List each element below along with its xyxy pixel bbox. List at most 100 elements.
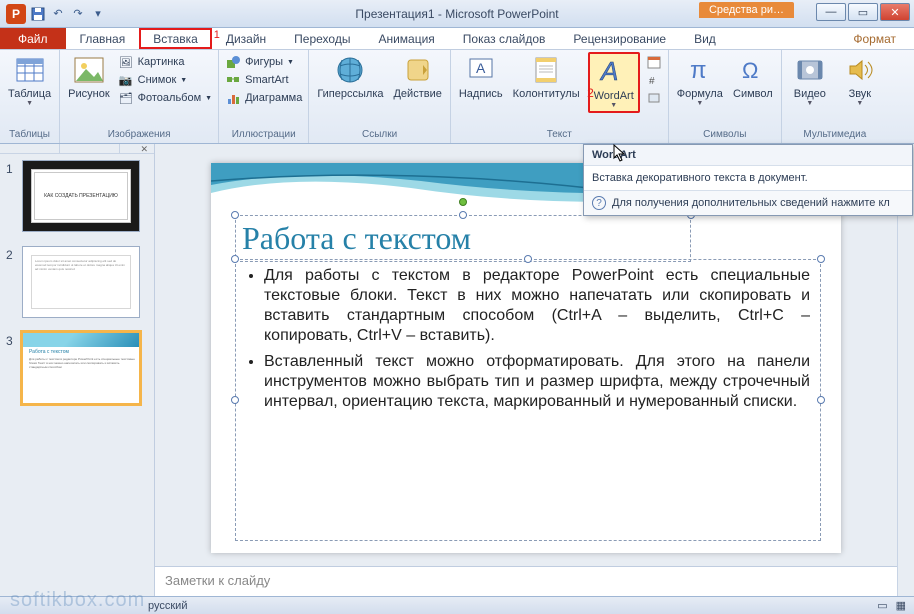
textbox-icon: A xyxy=(465,54,497,86)
thumbnails-header: ✕ xyxy=(0,144,154,154)
album-button[interactable]: 🗂Фотоальбом ▼ xyxy=(118,90,212,106)
symbol-button[interactable]: Ω Символ xyxy=(731,52,775,102)
tab-transitions[interactable]: Переходы xyxy=(280,28,364,49)
tab-insert[interactable]: Вставка1 xyxy=(139,28,212,49)
slide-thumbnail-3[interactable]: Работа с текстом Для работы с текстом в … xyxy=(22,332,140,404)
tab-animations[interactable]: Анимация xyxy=(364,28,448,49)
header-footer-icon xyxy=(530,54,562,86)
minimize-button[interactable]: — xyxy=(816,3,846,21)
equation-label: Формула xyxy=(677,88,723,100)
tab-slideshow[interactable]: Показ слайдов xyxy=(449,28,560,49)
resize-handle[interactable] xyxy=(524,255,532,263)
picture-icon xyxy=(73,54,105,86)
wordart-icon: A xyxy=(598,56,630,88)
bullet-list: Для работы с текстом в редакторе PowerPo… xyxy=(246,266,810,412)
undo-icon[interactable]: ↶ xyxy=(50,6,66,22)
table-button[interactable]: Таблица ▼ xyxy=(6,52,53,109)
resize-handle[interactable] xyxy=(231,396,239,404)
tooltip-body: Вставка декоративного текста в документ. xyxy=(584,166,912,190)
shapes-button[interactable]: Фигуры ▼ xyxy=(225,54,302,70)
textbox-button[interactable]: A Надпись xyxy=(457,52,505,102)
annotation-2: 2 xyxy=(587,86,594,100)
date-icon xyxy=(646,54,662,70)
group-tables: Таблица ▼ Таблицы xyxy=(0,50,60,143)
wordart-button[interactable]: A WordArt ▼ xyxy=(588,52,640,113)
group-text: 2 A Надпись Колонтитулы A WordArt ▼ # Те… xyxy=(451,50,669,143)
date-time-button[interactable] xyxy=(646,54,662,70)
action-label: Действие xyxy=(393,88,441,100)
tab-review[interactable]: Рецензирование xyxy=(559,28,680,49)
slide-title-text[interactable]: Работа с текстом xyxy=(242,220,684,257)
thumbnail-row[interactable]: 2 Lorem ipsum dolor sit amet consectetur… xyxy=(6,246,148,318)
audio-button[interactable]: Звук ▼ xyxy=(838,52,882,109)
notes-pane[interactable]: Заметки к слайду xyxy=(155,566,897,596)
rotation-handle[interactable] xyxy=(459,198,467,206)
hyperlink-button[interactable]: Гиперссылка xyxy=(315,52,385,102)
smartart-button[interactable]: SmartArt xyxy=(225,72,302,88)
status-language: русский xyxy=(148,600,187,612)
group-symbols: π Формула ▼ Ω Символ Символы xyxy=(669,50,782,143)
resize-handle[interactable] xyxy=(231,211,239,219)
thumbnail-row[interactable]: 1 КАК СОЗДАТЬ ПРЕЗЕНТАЦИЮ xyxy=(6,160,148,232)
chart-icon xyxy=(225,90,241,106)
action-button[interactable]: Действие xyxy=(391,52,443,102)
ribbon: Таблица ▼ Таблицы Рисунок 🖼Картинка 📷Сни… xyxy=(0,50,914,144)
view-normal-icon[interactable]: ▭ xyxy=(877,599,887,612)
chart-button[interactable]: Диаграмма xyxy=(225,90,302,106)
chart-label: Диаграмма xyxy=(245,92,302,104)
thumbnails-tab-outline[interactable] xyxy=(60,144,120,153)
titlebar: P ↶ ↷ ▾ Презентация1 - Microsoft PowerPo… xyxy=(0,0,914,28)
equation-button[interactable]: π Формула ▼ xyxy=(675,52,725,109)
picture-button[interactable]: Рисунок xyxy=(66,52,112,102)
bullet-item[interactable]: Для работы с текстом в редакторе PowerPo… xyxy=(264,266,810,346)
object-button[interactable] xyxy=(646,90,662,106)
symbol-label: Символ xyxy=(733,88,773,100)
header-footer-button[interactable]: Колонтитулы xyxy=(511,52,582,102)
file-tab[interactable]: Файл xyxy=(0,28,66,49)
qat-dropdown-icon[interactable]: ▾ xyxy=(90,6,106,22)
window-controls: — ▭ ✕ xyxy=(816,3,910,21)
tab-view[interactable]: Вид xyxy=(680,28,730,49)
group-illustrations-label: Иллюстрации xyxy=(225,127,302,143)
thumbnail-row[interactable]: 3 Работа с текстом Для работы с текстом … xyxy=(6,332,148,404)
tooltip-help-text: Для получения дополнительных сведений на… xyxy=(612,197,890,209)
resize-handle[interactable] xyxy=(817,396,825,404)
slide-thumbnail-2[interactable]: Lorem ipsum dolor sit amet consectetur a… xyxy=(22,246,140,318)
video-button[interactable]: Видео ▼ xyxy=(788,52,832,109)
thumbnails-tab-slides[interactable] xyxy=(0,144,60,153)
group-images-label: Изображения xyxy=(66,127,212,143)
resize-handle[interactable] xyxy=(231,255,239,263)
close-button[interactable]: ✕ xyxy=(880,3,910,21)
chevron-down-icon: ▼ xyxy=(806,100,813,107)
tab-design[interactable]: Дизайн xyxy=(212,28,280,49)
resize-handle[interactable] xyxy=(459,211,467,219)
slide: Работа с текстом Для работы с текстом в … xyxy=(211,163,841,553)
help-icon: ? xyxy=(592,196,606,210)
thumb-number: 3 xyxy=(6,332,16,348)
view-sorter-icon[interactable]: ▦ xyxy=(896,599,906,612)
group-symbols-label: Символы xyxy=(675,127,775,143)
content-placeholder[interactable]: Для работы с текстом в редакторе PowerPo… xyxy=(235,259,821,541)
save-icon[interactable] xyxy=(30,6,46,22)
tab-format[interactable]: Формат xyxy=(835,28,914,49)
thumb3-title: Работа с текстом xyxy=(29,349,69,355)
group-text-label: Текст xyxy=(457,127,662,143)
chevron-down-icon: ▼ xyxy=(205,95,212,102)
slide-number-button[interactable]: # xyxy=(646,72,662,88)
bullet-item[interactable]: Вставленный текст можно отформатировать.… xyxy=(264,352,810,412)
album-icon: 🗂 xyxy=(118,90,134,106)
group-links: Гиперссылка Действие Ссылки xyxy=(309,50,451,143)
screenshot-button[interactable]: 📷Снимок ▼ xyxy=(118,72,212,88)
video-icon xyxy=(794,54,826,86)
contextual-tab-label: Средства ри… xyxy=(699,2,794,18)
slide-thumbnail-1[interactable]: КАК СОЗДАТЬ ПРЕЗЕНТАЦИЮ xyxy=(22,160,140,232)
app-logo[interactable]: P xyxy=(6,4,26,24)
tab-home[interactable]: Главная xyxy=(66,28,140,49)
clipart-button[interactable]: 🖼Картинка xyxy=(118,54,212,70)
close-pane-icon[interactable]: ✕ xyxy=(140,144,154,153)
resize-handle[interactable] xyxy=(817,255,825,263)
title-placeholder[interactable]: Работа с текстом xyxy=(235,215,691,262)
maximize-button[interactable]: ▭ xyxy=(848,3,878,21)
svg-text:π: π xyxy=(690,57,707,84)
redo-icon[interactable]: ↷ xyxy=(70,6,86,22)
